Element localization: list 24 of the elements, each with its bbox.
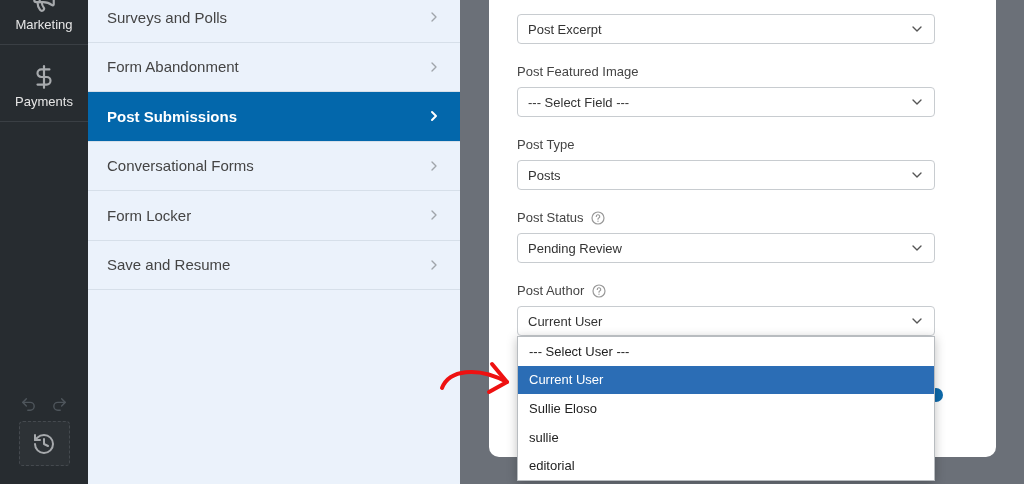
select-field[interactable]: Current User	[517, 306, 935, 336]
dropdown-option[interactable]: editorial	[518, 451, 934, 480]
field-label: Post Status	[517, 210, 584, 225]
field-label: Post Type	[517, 137, 575, 152]
select-field[interactable]: Posts	[517, 160, 935, 190]
help-icon[interactable]	[592, 283, 607, 298]
history-button[interactable]	[18, 421, 70, 466]
select-field[interactable]: Post Excerpt	[517, 14, 935, 44]
dropdown-option[interactable]: sullie	[518, 422, 934, 452]
dropdown-option[interactable]: --- Select User ---	[518, 337, 934, 366]
menu-item[interactable]: Surveys and Polls	[88, 0, 460, 43]
undo-icon[interactable]	[20, 396, 37, 413]
redo-icon[interactable]	[51, 396, 68, 413]
select-field[interactable]: --- Select Field ---	[517, 87, 935, 117]
field-label: Post Author	[517, 283, 585, 298]
help-icon[interactable]	[591, 210, 606, 225]
sidebar-label: Payments	[15, 94, 73, 109]
history-icon	[32, 431, 56, 456]
dropdown-option[interactable]: Sullie Eloso	[518, 394, 934, 423]
dropdown-option[interactable]: Current User	[518, 365, 934, 395]
select-field[interactable]: Pending Review	[517, 233, 935, 263]
sidebar-label: Marketing	[15, 17, 73, 32]
menu-item[interactable]: Post Submissions	[88, 92, 460, 142]
field-label: Post Featured Image	[517, 64, 639, 79]
